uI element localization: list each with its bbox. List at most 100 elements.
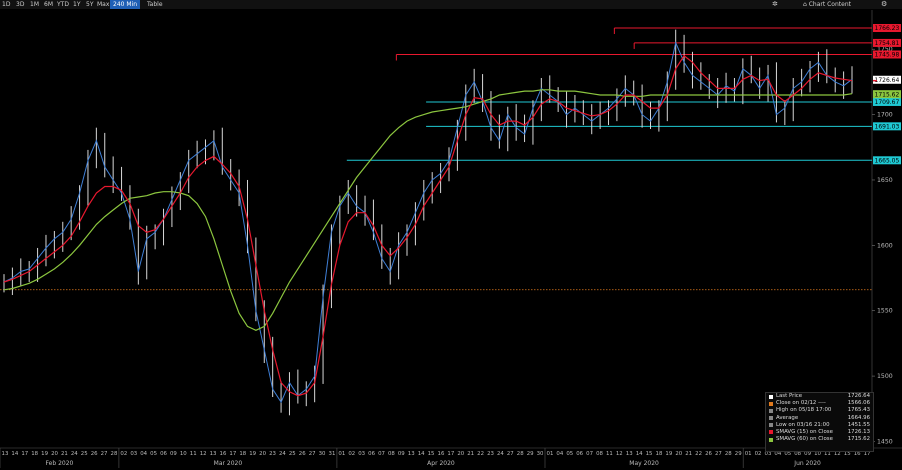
legend-swatch	[769, 430, 773, 435]
legend-swatch	[769, 416, 773, 421]
x-tick-label: 16	[220, 451, 227, 457]
legend-value: 1451.55	[847, 421, 870, 428]
legend-value: 1715.62	[847, 436, 870, 443]
x-tick-label: 31	[329, 451, 336, 457]
legend-swatch	[769, 408, 773, 413]
x-tick-label: 02	[348, 451, 355, 457]
legend-row: SMAVG (15) on Close 1726.13	[766, 429, 873, 436]
x-tick-label: 12	[200, 451, 207, 457]
x-tick-label: 09	[398, 451, 405, 457]
legend-row: Low on 03/16 21:00 1451.55	[766, 422, 873, 429]
x-tick-label: 17	[447, 451, 454, 457]
legend-swatch	[769, 401, 773, 406]
month-label: Jun 2020	[793, 460, 821, 467]
legend-row: Last Price 1726.64	[766, 393, 873, 400]
reference-tag-label: 1766.23	[875, 25, 900, 32]
x-tick-label: 11	[190, 451, 197, 457]
x-tick-label: 29	[735, 451, 742, 457]
x-tick-label: 08	[596, 451, 603, 457]
x-tick-label: 12	[616, 451, 623, 457]
legend-label: SMAVG (15) on Close	[776, 428, 833, 435]
reference-tag-label: 1691.03	[875, 124, 900, 131]
plot-area	[0, 10, 872, 448]
x-tick-label: 26	[91, 451, 98, 457]
legend-swatch	[769, 437, 773, 442]
x-tick-label: 15	[646, 451, 653, 457]
x-tick-label: 02	[755, 451, 762, 457]
legend-swatch	[769, 394, 773, 399]
x-tick-label: 05	[566, 451, 573, 457]
legend-value: 1566.06	[847, 400, 870, 407]
legend-row: Close on 02/12 ---- 1566.06	[766, 400, 873, 407]
y-tick-label: 1550	[877, 308, 893, 315]
x-tick-label: 25	[289, 451, 296, 457]
x-tick-label: 13	[626, 451, 633, 457]
x-tick-label: 26	[299, 451, 306, 457]
x-tick-label: 14	[418, 451, 425, 457]
legend-label: Average	[776, 414, 799, 421]
x-tick-label: 20	[675, 451, 682, 457]
value-tag-label: 1715.62	[875, 91, 900, 98]
x-tick-label: 21	[61, 451, 68, 457]
x-tick-label: 28	[517, 451, 524, 457]
x-tick-label: 25	[81, 451, 88, 457]
y-tick-label: 1650	[877, 177, 893, 184]
x-tick-label: 13	[408, 451, 415, 457]
month-label: Apr 2020	[427, 460, 455, 467]
legend-row: Average 1664.96	[766, 415, 873, 422]
x-tick-label: 26	[705, 451, 712, 457]
x-tick-label: 24	[279, 451, 286, 457]
x-tick-label: 28	[111, 451, 118, 457]
x-tick-label: 27	[309, 451, 316, 457]
x-tick-label: 18	[239, 451, 246, 457]
x-tick-label: 24	[497, 451, 504, 457]
x-tick-label: 24	[71, 451, 78, 457]
y-tick-label: 1700	[877, 112, 893, 119]
legend-label: High on 05/18 17:00	[776, 407, 832, 414]
x-tick-label: 08	[388, 451, 395, 457]
legend-label: Close on 02/12 ----	[776, 400, 826, 407]
x-tick-label: 22	[477, 451, 484, 457]
x-tick-label: 20	[457, 451, 464, 457]
reference-tag-label: 1745.98	[875, 52, 900, 59]
x-tick-label: 18	[656, 451, 663, 457]
x-tick-label: 20	[51, 451, 58, 457]
chart-legend: Last Price 1726.64 Close on 02/12 ---- 1566…	[765, 392, 874, 452]
value-tag-label: 1726.64	[875, 77, 900, 84]
x-tick-label: 15	[428, 451, 435, 457]
x-tick-label: 03	[130, 451, 137, 457]
x-tick-label: 19	[665, 451, 672, 457]
x-tick-label: 22	[695, 451, 702, 457]
x-tick-label: 27	[715, 451, 722, 457]
x-tick-label: 20	[259, 451, 266, 457]
x-tick-label: 30	[537, 451, 544, 457]
legend-value: 1664.96	[847, 414, 870, 421]
x-tick-label: 11	[606, 451, 613, 457]
x-tick-label: 06	[368, 451, 375, 457]
x-tick-label: 14	[636, 451, 643, 457]
x-tick-label: 04	[556, 451, 563, 457]
x-tick-label: 13	[2, 451, 9, 457]
x-tick-label: 01	[745, 451, 752, 457]
legend-row: SMAVG (60) on Close 1715.62	[766, 436, 873, 443]
x-tick-label: 16	[438, 451, 445, 457]
x-tick-label: 06	[576, 451, 583, 457]
x-tick-label: 23	[269, 451, 276, 457]
x-tick-label: 21	[685, 451, 692, 457]
x-tick-label: 01	[338, 451, 345, 457]
x-tick-label: 17	[229, 451, 236, 457]
x-tick-label: 04	[140, 451, 147, 457]
y-tick-label: 1450	[877, 438, 893, 445]
value-tag	[873, 79, 877, 82]
x-tick-label: 07	[586, 451, 593, 457]
legend-swatch	[769, 423, 773, 428]
x-tick-label: 14	[11, 451, 18, 457]
x-tick-label: 27	[507, 451, 514, 457]
month-label: Feb 2020	[46, 460, 74, 467]
x-tick-label: 09	[170, 451, 177, 457]
reference-tag-label: 1709.67	[875, 99, 900, 106]
x-tick-label: 28	[725, 451, 732, 457]
x-tick-label: 10	[180, 451, 187, 457]
reference-tag-label: 1754.81	[875, 40, 900, 47]
legend-value: 1726.13	[847, 428, 870, 435]
